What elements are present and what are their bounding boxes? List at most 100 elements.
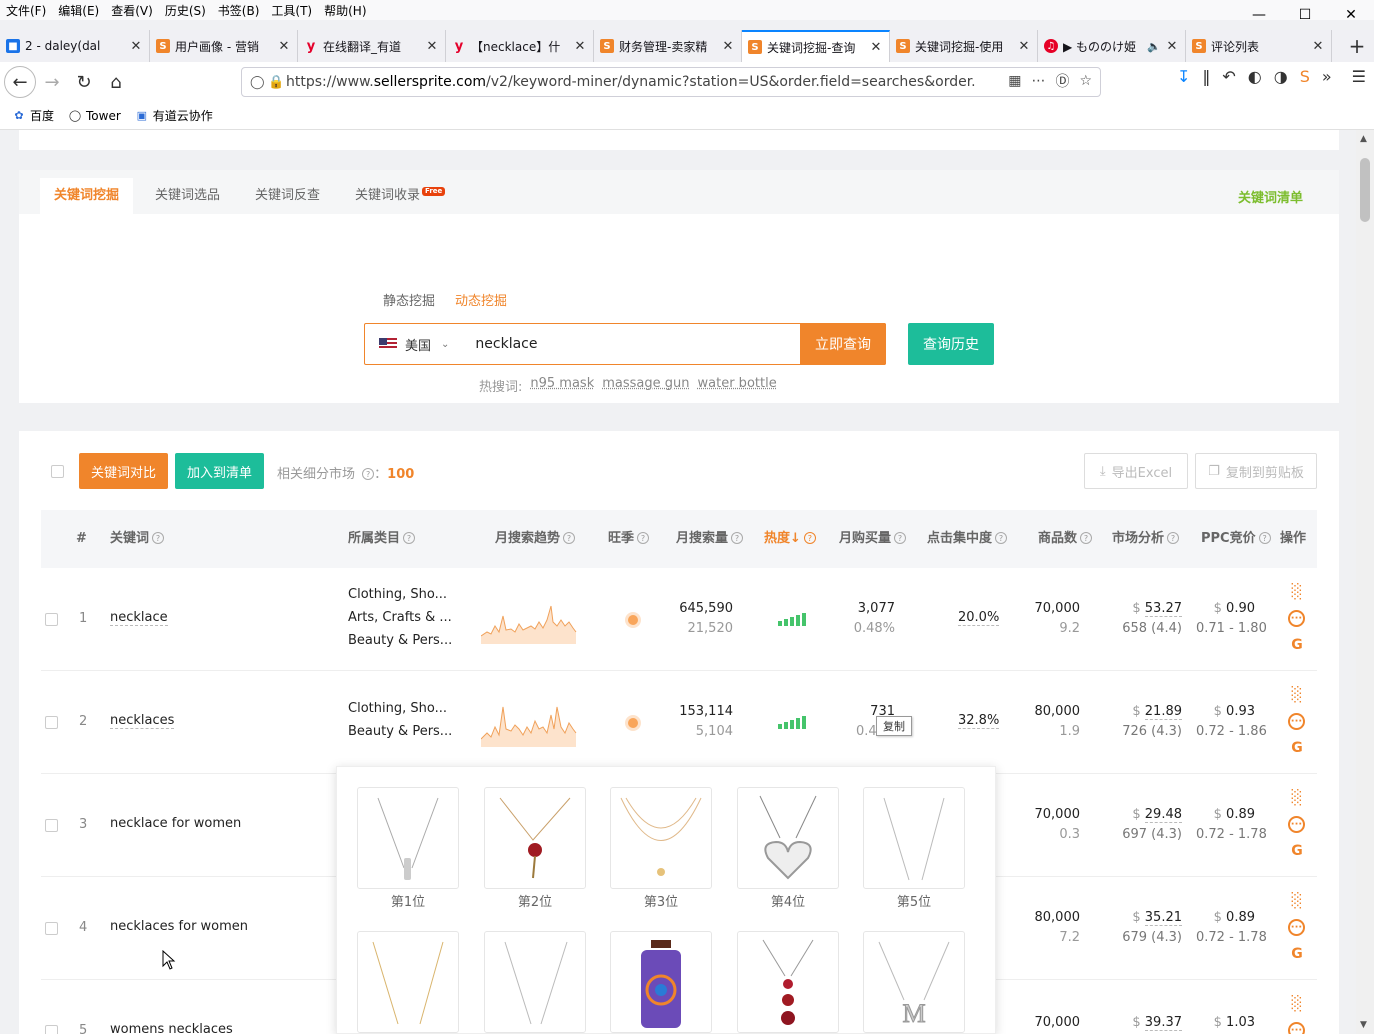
more-options-icon[interactable]: ··· xyxy=(1288,816,1305,833)
bar-chart-icon[interactable]: ░ xyxy=(1288,995,1306,1013)
bookmark-youdao-collab[interactable]: ▣ 有道云协作 xyxy=(135,107,213,124)
product-image[interactable]: M xyxy=(863,931,965,1033)
close-tab-icon[interactable]: ✕ xyxy=(721,39,735,54)
help-icon[interactable]: ? xyxy=(362,468,375,480)
avg-price[interactable]: $ 39.37 xyxy=(1101,1015,1182,1031)
product-image[interactable] xyxy=(737,787,839,889)
hot-word-link[interactable]: n95 mask xyxy=(530,376,594,395)
close-tab-icon[interactable]: ✕ xyxy=(425,39,439,54)
product-image[interactable] xyxy=(610,931,712,1033)
browser-tab[interactable]: ♫ ▶ もののけ姫 🔈 ✕ xyxy=(1038,30,1186,62)
product-image[interactable] xyxy=(863,787,965,889)
help-icon[interactable]: ? xyxy=(1167,532,1180,544)
keyword-link[interactable]: necklace for women xyxy=(110,816,241,831)
peak-season-dot[interactable] xyxy=(628,615,638,625)
library-icon[interactable]: ‖ xyxy=(1202,67,1210,86)
search-history-button[interactable]: 查询历史 xyxy=(908,323,994,365)
page-scrollbar[interactable]: ▲ ▼ xyxy=(1356,130,1374,1034)
browser-tab[interactable]: y 在线翻译_有道 ✕ xyxy=(298,30,446,62)
export-excel-button[interactable]: ⤓ 导出Excel xyxy=(1084,453,1188,489)
add-to-list-button[interactable]: 加入到清单 xyxy=(175,453,264,489)
col-market[interactable]: 市场分析? xyxy=(1112,510,1180,568)
category-item[interactable]: Beauty & Pers... xyxy=(348,629,452,652)
tab-keyword-index[interactable]: 关键词收录 Free xyxy=(341,178,459,214)
browser-tab[interactable]: S 用户画像 - 营销 ✕ xyxy=(150,30,298,62)
help-icon[interactable]: ? xyxy=(1258,532,1271,544)
col-ppc[interactable]: PPC竞价? xyxy=(1201,510,1271,568)
product-image[interactable] xyxy=(610,787,712,889)
close-tab-icon[interactable]: ✕ xyxy=(869,40,883,55)
help-icon[interactable]: ? xyxy=(803,532,816,544)
bookmark-baidu[interactable]: ✿ 百度 xyxy=(12,107,54,124)
star-icon[interactable]: ☆ xyxy=(1079,73,1092,89)
url-text[interactable]: https://www.sellersprite.com/v2/keyword-… xyxy=(286,74,976,90)
close-tab-icon[interactable]: ✕ xyxy=(1017,39,1031,54)
google-icon[interactable]: G xyxy=(1288,945,1306,963)
row-checkbox[interactable] xyxy=(45,613,58,626)
category-item[interactable]: Clothing, Sho... xyxy=(348,583,452,606)
google-icon[interactable]: G xyxy=(1288,842,1306,860)
more-icon[interactable]: ⋯ xyxy=(1031,73,1045,89)
browser-tab-active[interactable]: S 关键词挖掘-查询 ✕ xyxy=(742,30,890,62)
shield-icon[interactable]: ◯ xyxy=(250,75,268,90)
product-image[interactable] xyxy=(357,931,459,1033)
close-tab-icon[interactable]: ✕ xyxy=(573,39,587,54)
more-options-icon[interactable]: ··· xyxy=(1288,610,1305,627)
help-icon[interactable]: ? xyxy=(894,532,907,544)
col-hotness[interactable]: 热度↓? xyxy=(764,510,816,568)
help-icon[interactable]: ? xyxy=(563,532,576,544)
pocket-icon[interactable]: Ⓓ xyxy=(1055,71,1069,91)
tab-keyword-reverse[interactable]: 关键词反查 xyxy=(241,178,334,214)
keyword-link[interactable]: necklace xyxy=(110,610,168,626)
menu-bookmarks[interactable]: 书签(B) xyxy=(212,2,266,19)
more-options-icon[interactable]: ··· xyxy=(1288,919,1305,936)
ppc-bid[interactable]: $ 0.93 xyxy=(1201,704,1255,719)
ppc-bid[interactable]: $ 0.90 xyxy=(1201,601,1255,616)
help-icon[interactable]: ? xyxy=(731,532,744,544)
bar-chart-icon[interactable]: ░ xyxy=(1288,892,1306,910)
dynamic-mining-option[interactable]: 动态挖掘 xyxy=(455,290,507,309)
help-icon[interactable]: ? xyxy=(637,532,650,544)
keyword-link[interactable]: womens necklaces xyxy=(110,1022,233,1034)
undo-icon[interactable]: ↶ xyxy=(1222,67,1235,86)
close-window-icon[interactable]: ✕ xyxy=(1328,0,1374,30)
menu-help[interactable]: 帮助(H) xyxy=(318,2,372,19)
lock-icon[interactable]: 🔒 xyxy=(268,75,286,90)
browser-tab[interactable]: ■ 2 - daley(dal ✕ xyxy=(0,30,150,62)
browser-tab[interactable]: S 评论列表 ✕ xyxy=(1186,30,1332,62)
menu-history[interactable]: 历史(S) xyxy=(159,2,212,19)
help-icon[interactable]: ? xyxy=(995,532,1008,544)
copy-tooltip[interactable]: 复制 xyxy=(876,716,912,736)
category-item[interactable]: Arts, Crafts & ... xyxy=(348,606,452,629)
scrollbar-thumb[interactable] xyxy=(1360,158,1370,222)
browser-tab[interactable]: y 【necklace】什 ✕ xyxy=(446,30,594,62)
reload-icon[interactable]: ↻ xyxy=(68,66,100,98)
product-image[interactable] xyxy=(737,931,839,1033)
product-image[interactable] xyxy=(484,931,586,1033)
static-mining-option[interactable]: 静态挖掘 xyxy=(383,290,435,309)
close-tab-icon[interactable]: ✕ xyxy=(277,39,291,54)
row-checkbox[interactable] xyxy=(45,1025,58,1034)
close-tab-icon[interactable]: ✕ xyxy=(1311,39,1325,54)
product-image[interactable] xyxy=(484,787,586,889)
chevron-down-icon[interactable]: ⌄ xyxy=(441,339,449,350)
country-select[interactable]: 美国 xyxy=(405,335,431,354)
extension-icon[interactable]: ◑ xyxy=(1274,67,1288,86)
keyword-link[interactable]: necklaces xyxy=(110,713,175,729)
menu-edit[interactable]: 编辑(E) xyxy=(52,2,105,19)
bar-chart-icon[interactable]: ░ xyxy=(1288,686,1306,704)
extension-icon[interactable]: ◐ xyxy=(1248,67,1262,86)
avg-price[interactable]: $ 29.48 xyxy=(1101,807,1182,823)
speaker-icon[interactable]: 🔈 xyxy=(1147,40,1161,53)
search-trend-sparkline[interactable] xyxy=(481,699,577,747)
close-tab-icon[interactable]: ✕ xyxy=(129,39,143,54)
close-tab-icon[interactable]: ✕ xyxy=(1165,39,1179,54)
col-purchases[interactable]: 月购买量? xyxy=(839,510,907,568)
category-item[interactable]: Beauty & Pers... xyxy=(348,720,452,743)
sellersprite-icon[interactable]: S xyxy=(1300,67,1310,86)
col-products[interactable]: 商品数? xyxy=(1038,510,1093,568)
scroll-down-icon[interactable]: ▼ xyxy=(1360,1020,1367,1030)
maximize-icon[interactable]: ☐ xyxy=(1282,0,1328,30)
select-all-checkbox[interactable] xyxy=(51,465,64,478)
avg-price[interactable]: $ 35.21 xyxy=(1101,910,1182,926)
